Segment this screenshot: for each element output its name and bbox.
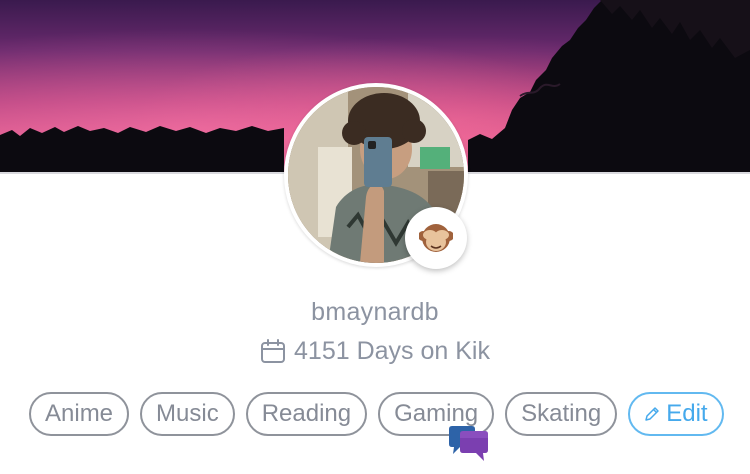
chat-bubbles-icon[interactable] <box>446 424 492 464</box>
calendar-icon <box>261 338 286 363</box>
days-on-kik-row: 4151 Days on Kik <box>0 337 750 366</box>
interest-tags: Anime Music Reading Gaming Skating Edit <box>29 392 724 436</box>
days-on-kik-text: 4151 Days on Kik <box>294 337 490 365</box>
profile-username: bmaynardb <box>311 298 439 326</box>
edit-label: Edit <box>666 400 708 427</box>
edit-interests-button[interactable]: Edit <box>628 392 724 436</box>
interest-tag-skating[interactable]: Skating <box>505 392 618 436</box>
interest-tag-reading[interactable]: Reading <box>245 392 368 436</box>
pencil-icon <box>645 407 659 421</box>
interest-tag-anime[interactable]: Anime <box>29 392 130 436</box>
status-emoji-badge[interactable] <box>405 207 467 269</box>
see-no-evil-monkey-icon <box>419 224 453 252</box>
interest-tag-music[interactable]: Music <box>140 392 235 436</box>
